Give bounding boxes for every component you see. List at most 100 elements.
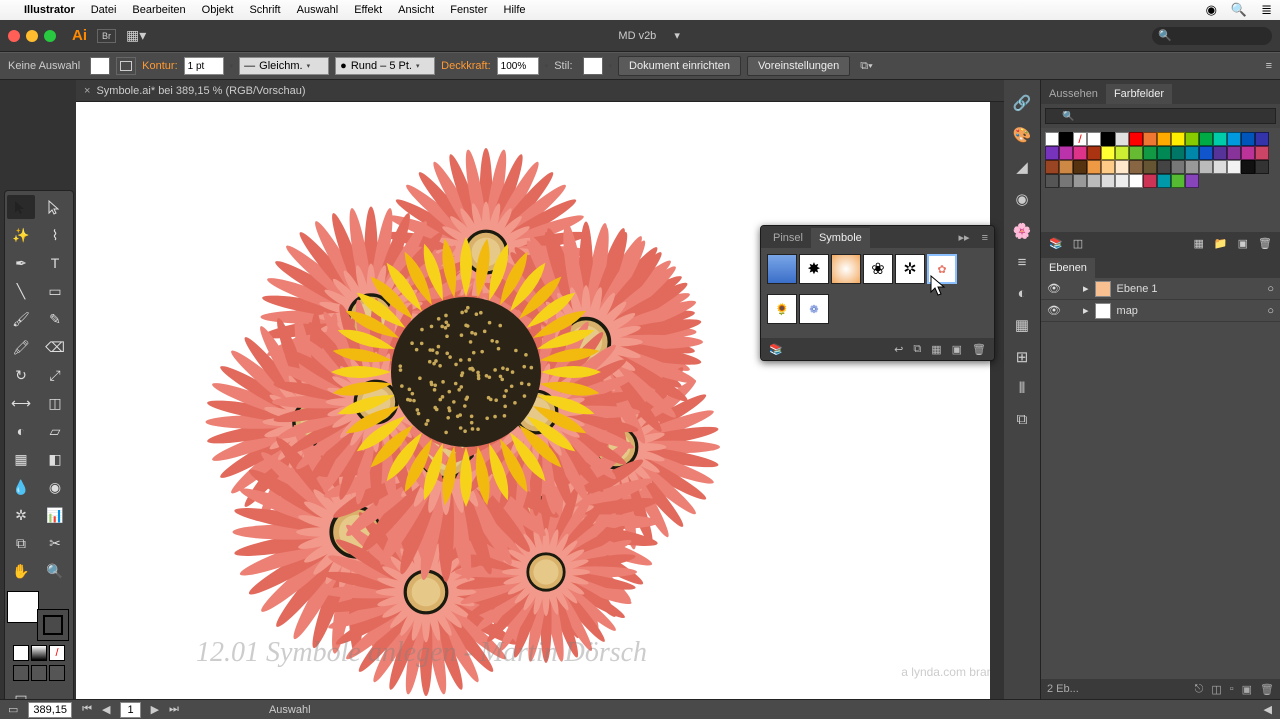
links-panel-icon[interactable]: 🔗 xyxy=(1013,94,1032,112)
pen-tool[interactable]: ✒ xyxy=(7,251,35,275)
menu-object[interactable]: Objekt xyxy=(202,4,234,16)
layer-row[interactable]: 👁 ▸ map ○ xyxy=(1041,300,1280,322)
draw-inside[interactable] xyxy=(49,665,65,681)
swatch[interactable] xyxy=(1213,160,1227,174)
color-mode-none[interactable]: / xyxy=(49,645,65,661)
transparency-panel-icon[interactable]: ◐ xyxy=(1017,285,1026,302)
visibility-icon[interactable]: 👁 xyxy=(1047,304,1061,317)
swatch-search-input[interactable] xyxy=(1045,108,1276,124)
navigator-panel-icon[interactable]: ▦ xyxy=(1015,316,1029,334)
symbol-leaf[interactable]: ❀ xyxy=(863,254,893,284)
stroke-profile-select[interactable]: —Gleichm.▾ xyxy=(239,57,329,75)
workspace-dropdown-icon[interactable]: ▾ xyxy=(674,29,680,42)
swatch[interactable] xyxy=(1157,174,1171,188)
symbol-gerbera[interactable]: ✿ xyxy=(927,254,957,284)
symbol-libraries-icon[interactable]: 📚 xyxy=(769,343,783,356)
artboard-number[interactable]: 1 xyxy=(120,702,140,718)
swatch[interactable] xyxy=(1115,146,1129,160)
controlbar-menu-icon[interactable]: ≡ xyxy=(1266,60,1272,72)
fill-color[interactable] xyxy=(7,591,39,623)
artboard-nav-last[interactable]: ⏭ xyxy=(169,703,179,716)
delete-symbol-icon[interactable]: 🗑 xyxy=(972,343,986,356)
artboard-nav-first[interactable]: ⏮ xyxy=(82,703,92,716)
zoom-tool[interactable]: 🔍 xyxy=(41,559,69,583)
swatch[interactable] xyxy=(1059,174,1073,188)
gradient-tool[interactable]: ◧ xyxy=(41,447,69,471)
swatch[interactable] xyxy=(1157,132,1171,146)
menu-file[interactable]: Datei xyxy=(91,4,117,16)
break-link-icon[interactable]: ⧉ xyxy=(913,343,921,356)
style-swatch[interactable] xyxy=(583,57,603,75)
locate-object-icon[interactable]: ⎋ xyxy=(1195,683,1204,696)
layer-name[interactable]: Ebene 1 xyxy=(1117,283,1158,295)
line-tool[interactable]: ╲ xyxy=(7,279,35,303)
swatch[interactable] xyxy=(1143,160,1157,174)
make-clip-icon[interactable]: ◫ xyxy=(1211,683,1221,696)
new-group-icon[interactable]: 📁 xyxy=(1214,237,1228,250)
align-panel-icon[interactable]: ⫴ xyxy=(1019,380,1025,397)
arrange-docs-icon[interactable]: ▦▾ xyxy=(126,27,146,44)
minimize-window[interactable] xyxy=(26,30,38,42)
swatch[interactable] xyxy=(1171,146,1185,160)
close-window[interactable] xyxy=(8,30,20,42)
menu-select[interactable]: Auswahl xyxy=(297,4,339,16)
slice-tool[interactable]: ✂ xyxy=(41,531,69,555)
place-symbol-icon[interactable]: ↩ xyxy=(894,343,903,356)
style-stepper[interactable]: ▾ xyxy=(609,62,613,70)
scrollbar-left-icon[interactable]: ◀ xyxy=(1264,703,1272,716)
brush-select[interactable]: ●Rund – 5 Pt.▾ xyxy=(335,57,435,75)
artboard-nav-next[interactable]: ▶ xyxy=(151,703,159,716)
opacity-stepper[interactable]: ▾ xyxy=(545,62,549,70)
swatch[interactable] xyxy=(1073,160,1087,174)
swatch[interactable] xyxy=(1199,160,1213,174)
symbol-ribbon[interactable] xyxy=(767,254,797,284)
menu-edit[interactable]: Bearbeiten xyxy=(132,4,185,16)
swatch[interactable] xyxy=(1115,174,1129,188)
new-layer-icon[interactable]: ▣ xyxy=(1242,683,1252,696)
document-tab[interactable]: × Symbole.ai* bei 389,15 % (RGB/Vorschau… xyxy=(76,80,1004,102)
eyedropper-tool[interactable]: 💧 xyxy=(7,475,35,499)
scale-tool[interactable]: ⤢ xyxy=(41,363,69,387)
list-icon[interactable]: ≣ xyxy=(1261,2,1272,18)
recolor-panel-icon[interactable]: ◉ xyxy=(1015,190,1028,208)
swatch[interactable] xyxy=(1087,174,1101,188)
pencil-tool[interactable]: ✎ xyxy=(41,307,69,331)
symbol-sprayer-tool[interactable]: ✲ xyxy=(7,503,35,527)
blob-brush-tool[interactable]: 🖍 xyxy=(7,335,35,359)
swatch[interactable] xyxy=(1129,160,1143,174)
layer-name[interactable]: map xyxy=(1117,305,1138,317)
artboard-nav-prev[interactable]: ◀ xyxy=(102,703,110,716)
visibility-icon[interactable]: 👁 xyxy=(1047,282,1061,295)
menu-type[interactable]: Schrift xyxy=(249,4,280,16)
view-mode-icon[interactable]: ▭ xyxy=(8,703,18,716)
stroke-color[interactable] xyxy=(37,609,69,641)
direct-selection-tool[interactable] xyxy=(41,195,69,219)
swatch-libraries-icon[interactable]: 📚 xyxy=(1049,237,1063,250)
swatch[interactable] xyxy=(1185,132,1199,146)
delete-swatch-icon[interactable]: 🗑 xyxy=(1258,237,1272,250)
swatch[interactable] xyxy=(1087,160,1101,174)
swatch[interactable] xyxy=(1143,132,1157,146)
expand-icon[interactable]: ▸ xyxy=(1083,304,1089,317)
panel-menu-icon[interactable]: ≡ xyxy=(976,228,994,248)
swatch[interactable] xyxy=(1101,132,1115,146)
free-transform-tool[interactable]: ◫ xyxy=(41,391,69,415)
width-tool[interactable]: ⟷ xyxy=(7,391,35,415)
swatch[interactable] xyxy=(1101,146,1115,160)
swatch[interactable] xyxy=(1213,146,1227,160)
swatch[interactable] xyxy=(1129,174,1143,188)
graph-tool[interactable]: 📊 xyxy=(41,503,69,527)
swatch[interactable] xyxy=(1101,160,1115,174)
mesh-tool[interactable]: ▦ xyxy=(7,447,35,471)
swatch[interactable] xyxy=(1129,146,1143,160)
opacity-input[interactable]: 100% xyxy=(497,57,539,75)
swatch[interactable] xyxy=(1087,132,1101,146)
rotate-tool[interactable]: ↻ xyxy=(7,363,35,387)
swatch[interactable] xyxy=(1171,174,1185,188)
swatch[interactable] xyxy=(1171,132,1185,146)
tab-swatches[interactable]: Farbfelder xyxy=(1106,84,1172,104)
swatch[interactable] xyxy=(1045,174,1059,188)
swatch[interactable] xyxy=(1129,132,1143,146)
canvas[interactable]: // Build gerbera petals radially & place… xyxy=(76,102,990,699)
tab-brushes[interactable]: Pinsel xyxy=(765,228,811,248)
